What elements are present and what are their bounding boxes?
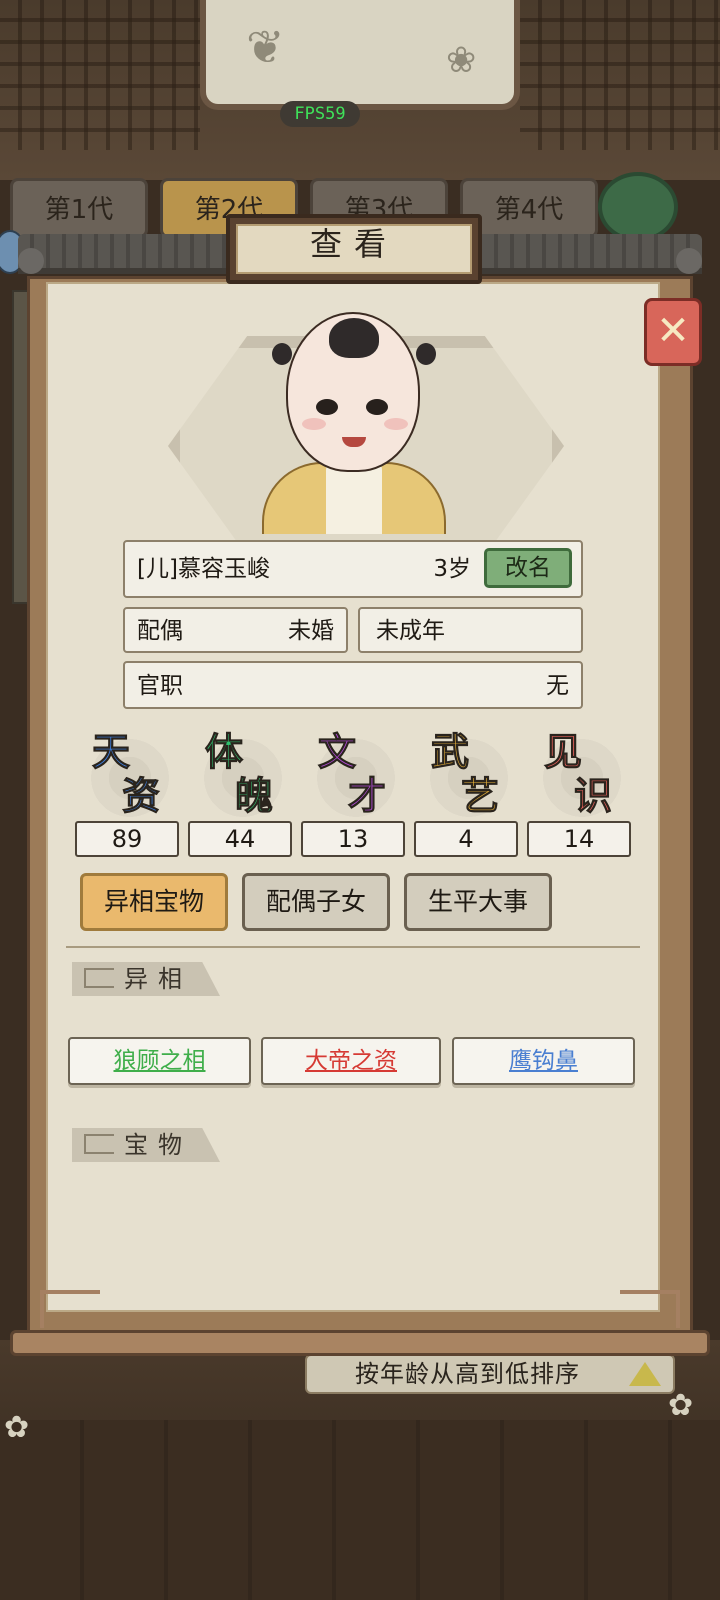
- panel-base: [10, 1330, 710, 1356]
- roof-end: [18, 248, 44, 274]
- character-hair-tuft: [416, 343, 436, 365]
- stat-martial-label: 武 艺: [417, 728, 527, 822]
- title-plate: 查看: [226, 214, 482, 284]
- close-button[interactable]: ✕: [644, 298, 702, 366]
- trait-tag[interactable]: 鹰钩鼻: [452, 1037, 635, 1085]
- spouse-row: 配偶 未婚: [123, 607, 348, 653]
- section-header-traits: 异相: [72, 962, 220, 996]
- character-hair-tuft: [272, 343, 292, 365]
- divider: [66, 938, 640, 948]
- stat-char: 才: [347, 773, 387, 818]
- stat-martial-value: 4: [414, 821, 518, 857]
- section-header-treasures: 宝物: [72, 1128, 220, 1162]
- character-hair: [329, 318, 379, 358]
- stat-aptitude-label: 天 资: [78, 728, 188, 822]
- character-eye: [366, 399, 388, 415]
- fps-counter: FPS59: [280, 101, 360, 127]
- character-age: 3岁: [433, 556, 471, 582]
- fret-icon: [84, 1134, 114, 1154]
- orchid-painting: ❦ ❀: [200, 0, 520, 110]
- stat-physique-value: 44: [188, 821, 292, 857]
- stat-char: 文: [317, 729, 357, 774]
- lattice-window-left: [0, 0, 200, 150]
- stat-char: 武: [430, 729, 470, 774]
- office-label: 官职: [137, 673, 183, 699]
- rename-button[interactable]: 改名: [484, 548, 572, 588]
- spouse-value: 未婚: [288, 618, 334, 644]
- stat-literary-value: 13: [301, 821, 405, 857]
- stat-physique-label: 体 魄: [191, 728, 301, 822]
- trait-tag[interactable]: 大帝之资: [261, 1037, 441, 1085]
- lattice-window-right: [520, 0, 720, 150]
- spouse-label: 配偶: [137, 618, 183, 644]
- section-title: 宝物: [124, 1131, 192, 1159]
- stat-char: 艺: [460, 773, 500, 818]
- butterfly-icon: ❀: [446, 40, 477, 81]
- office-row: 官职 无: [123, 661, 583, 709]
- stat-char: 体: [204, 729, 244, 774]
- stat-char: 天: [91, 729, 131, 774]
- sort-button[interactable]: 按年龄从高到低排序: [305, 1354, 675, 1394]
- close-icon: ✕: [656, 308, 690, 354]
- status-row: 未成年: [358, 607, 583, 653]
- sort-label: 按年龄从高到低排序: [355, 1360, 580, 1388]
- character-eye: [316, 399, 338, 415]
- stat-char: 识: [573, 773, 613, 818]
- orchid-icon: ❦: [246, 20, 285, 74]
- flower-icon: ✿: [4, 1410, 30, 1445]
- roof-end: [676, 248, 702, 274]
- tab-life-events[interactable]: 生平大事: [404, 873, 552, 931]
- tab-spouse-children[interactable]: 配偶子女: [242, 873, 390, 931]
- character-name: [儿]慕容玉峻: [137, 556, 270, 582]
- stat-char: 见: [543, 729, 583, 774]
- character-cheek: [302, 418, 326, 430]
- trait-tag[interactable]: 狼顾之相: [68, 1037, 251, 1085]
- stat-char: 魄: [234, 773, 274, 818]
- section-title: 异相: [124, 965, 192, 993]
- stat-insight-label: 见 识: [530, 728, 640, 822]
- tab-traits-treasures[interactable]: 异相宝物: [80, 873, 228, 931]
- stat-char: 资: [121, 773, 161, 818]
- stat-aptitude-value: 89: [75, 821, 179, 857]
- character-cheek: [384, 418, 408, 430]
- fret-icon: [84, 968, 114, 988]
- background-planks: [0, 1420, 720, 1600]
- corner-rail-left: [40, 1290, 100, 1328]
- stat-literary-label: 文 才: [304, 728, 414, 822]
- sort-triangle-icon: [629, 1362, 661, 1386]
- status-value: 未成年: [376, 618, 445, 644]
- corner-rail-right: [620, 1290, 680, 1328]
- stat-insight-value: 14: [527, 821, 631, 857]
- page-title: 查看: [309, 225, 398, 263]
- office-value: 无: [546, 673, 569, 699]
